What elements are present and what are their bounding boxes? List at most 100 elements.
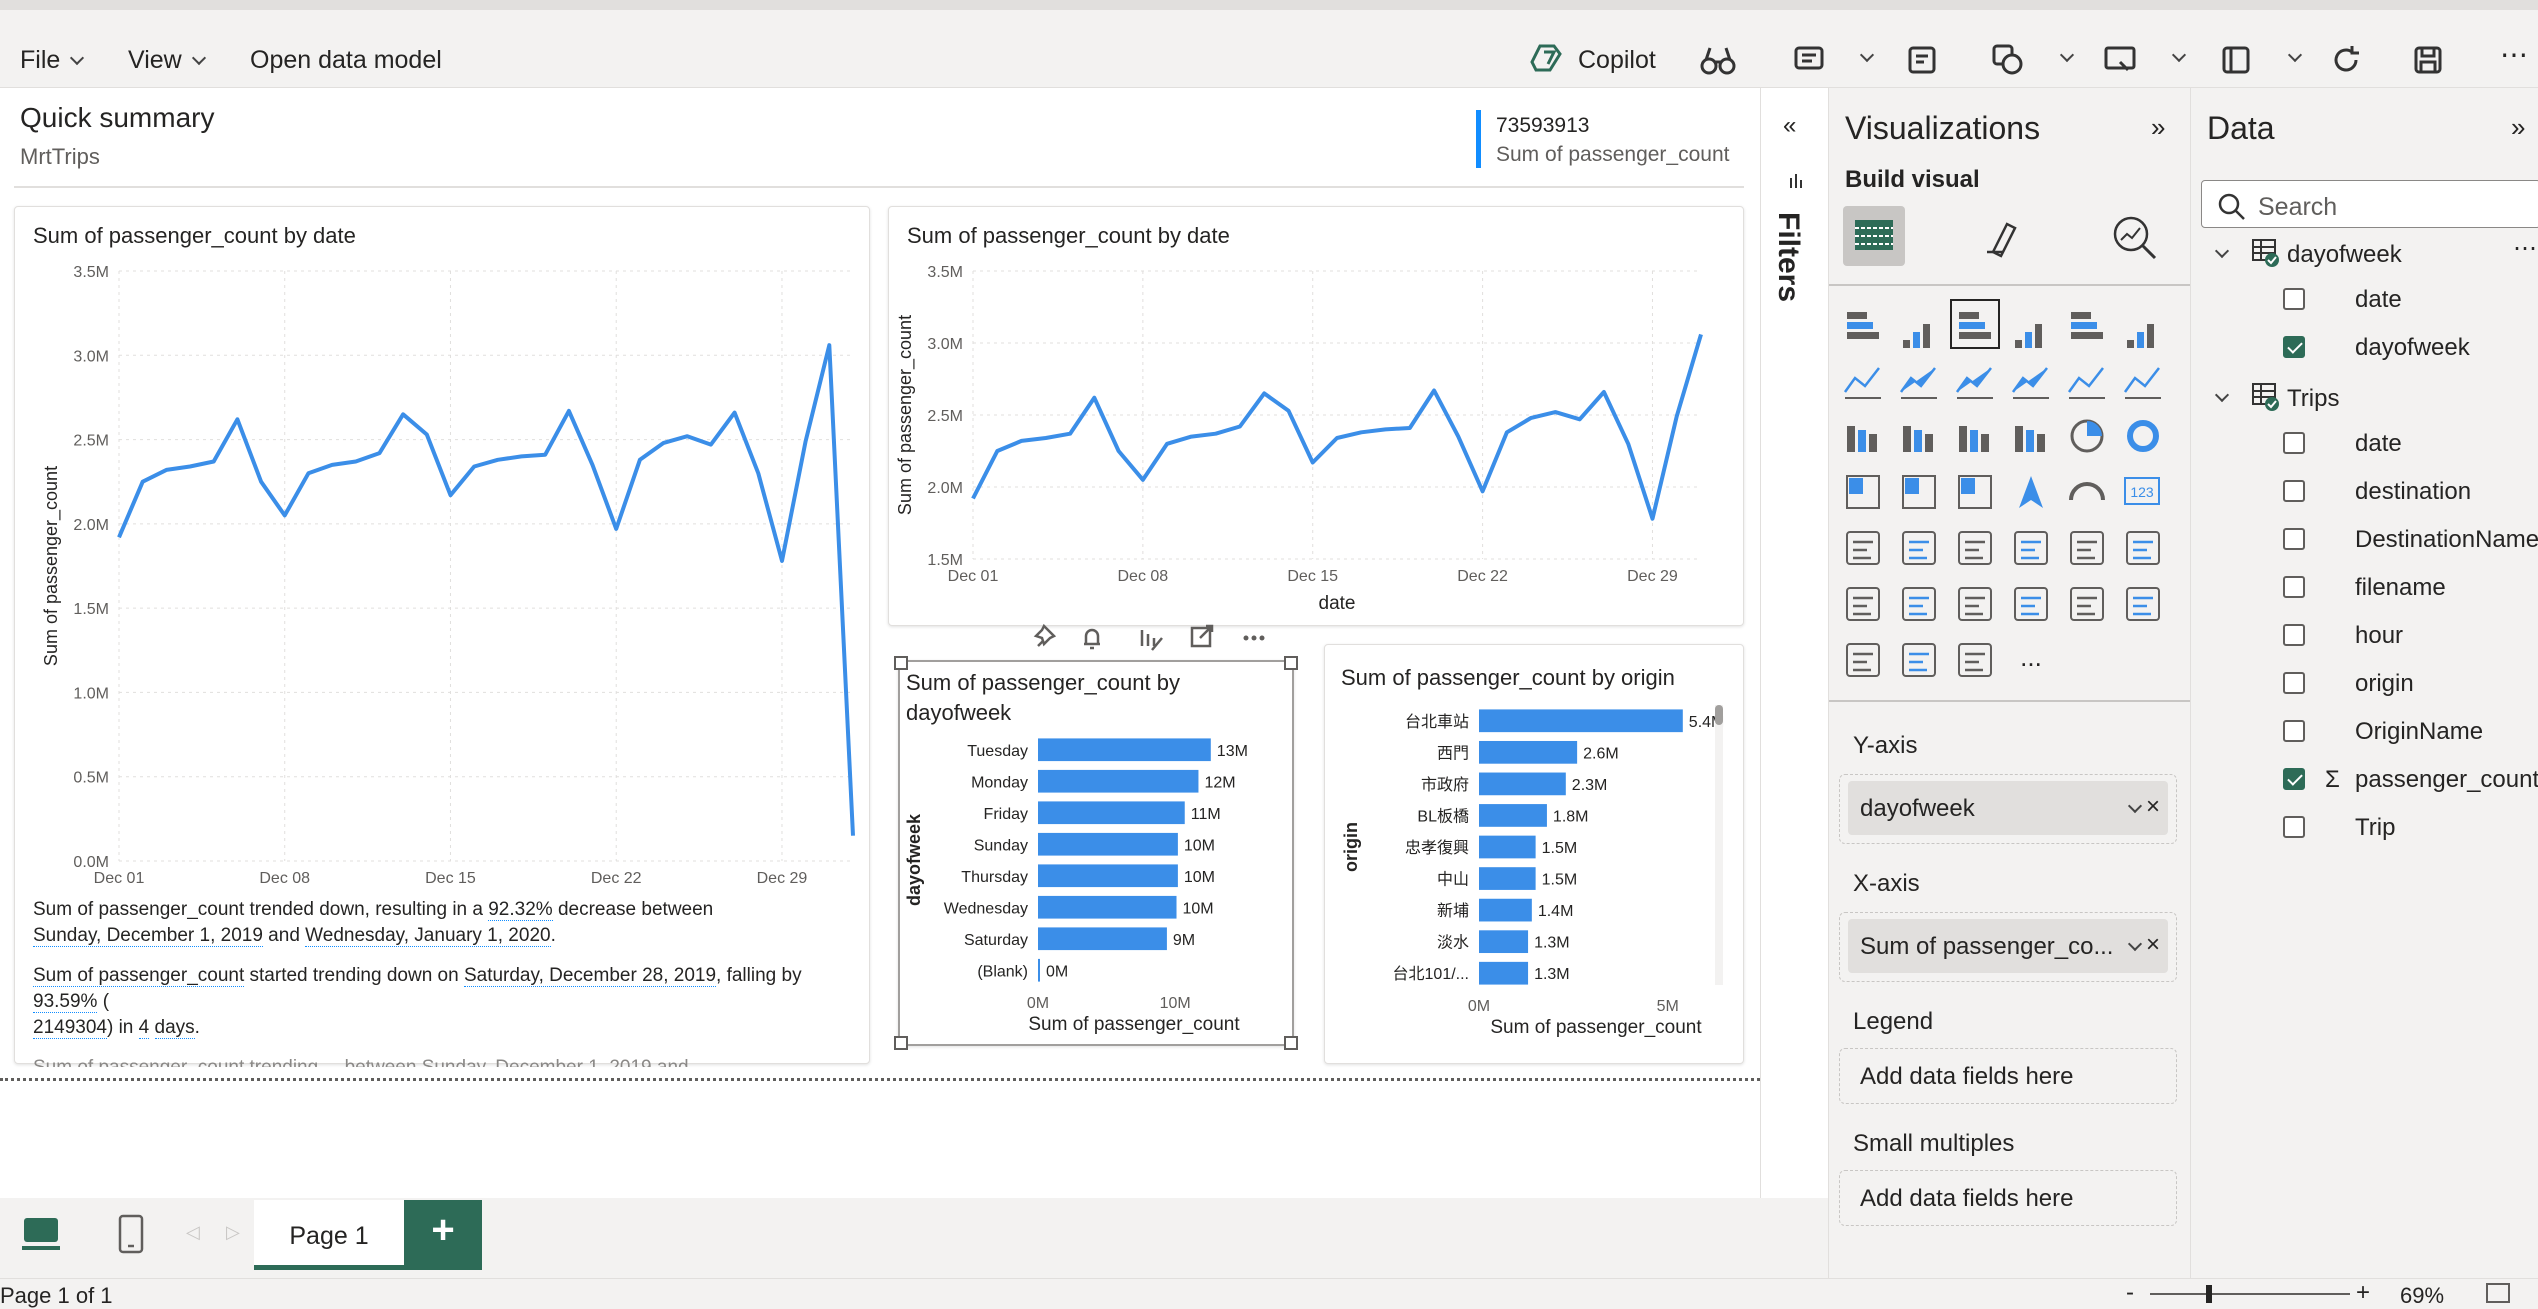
- chevron-down-icon[interactable]: [2152, 42, 2192, 82]
- bar-chart-card-dayofweek[interactable]: Sum of passenger_count by dayofweek Tuesd…: [894, 656, 1298, 1050]
- collapse-pane-icon[interactable]: »: [2151, 112, 2165, 143]
- field-checkbox[interactable]: [2283, 576, 2305, 598]
- table-dayofweek[interactable]: dayofweek: [2213, 238, 2402, 269]
- expand-filters-icon[interactable]: «: [1783, 112, 1796, 140]
- zoom-slider[interactable]: [2150, 1285, 2350, 1303]
- resize-handle[interactable]: [894, 656, 908, 670]
- format-visual-tab[interactable]: [1979, 212, 2029, 262]
- resize-handle[interactable]: [1284, 1036, 1298, 1050]
- field-date[interactable]: date: [2191, 286, 2538, 334]
- file-menu[interactable]: File: [20, 46, 85, 75]
- save-icon[interactable]: [2408, 40, 2448, 80]
- field-trip[interactable]: Trip: [2191, 814, 2538, 862]
- copilot-button[interactable]: Copilot: [1578, 46, 1656, 75]
- field-checkbox[interactable]: [2283, 432, 2305, 454]
- field-checkbox[interactable]: [2283, 336, 2305, 358]
- next-page-icon[interactable]: ▷: [226, 1222, 240, 1243]
- field-checkbox[interactable]: [2283, 288, 2305, 310]
- copilot-icon[interactable]: [1530, 38, 1570, 78]
- resize-handle[interactable]: [1284, 656, 1298, 670]
- table-trips[interactable]: Trips: [2213, 382, 2339, 413]
- x-tick-label: 10M: [1160, 995, 1191, 1012]
- data-label: 10M: [1183, 900, 1214, 917]
- field-origin[interactable]: origin: [2191, 670, 2538, 718]
- present-icon[interactable]: [2100, 40, 2140, 80]
- shapes-icon[interactable]: [1988, 40, 2028, 80]
- mobile-view-icon[interactable]: [112, 1212, 152, 1256]
- more-options-icon[interactable]: ⋯: [2513, 234, 2537, 263]
- glyph: [2127, 420, 2159, 452]
- small-multiples-well[interactable]: Add data fields here: [1839, 1170, 2177, 1226]
- chevron-down-icon[interactable]: [2040, 42, 2080, 82]
- zoom-out-button[interactable]: -: [2126, 1279, 2134, 1307]
- filters-label[interactable]: Filters: [1771, 212, 1805, 302]
- x-axis-well[interactable]: Sum of passenger_co... ×: [1839, 912, 2177, 982]
- r-visual-icon: [2126, 531, 2160, 565]
- narrative-paragraph-3: Sum of passenger_count trending ... betw…: [33, 1055, 853, 1067]
- kpi-value: 73593913: [1496, 114, 1590, 137]
- chevron-down-icon[interactable]: [2214, 243, 2230, 259]
- field-hour[interactable]: hour: [2191, 622, 2538, 670]
- field-checkbox[interactable]: [2283, 480, 2305, 502]
- fit-to-page-icon[interactable]: [2486, 1283, 2510, 1303]
- binoculars-icon[interactable]: [1698, 40, 1738, 80]
- field-checkbox[interactable]: [2283, 624, 2305, 646]
- field-checkbox[interactable]: [2283, 768, 2305, 790]
- page-tab-1[interactable]: Page 1: [254, 1200, 404, 1270]
- kpi-label: Sum of passenger_count: [1496, 143, 1730, 166]
- multi-row-card-icon: [1846, 531, 1880, 565]
- layout-icon[interactable]: [2216, 40, 2256, 80]
- line-chart-card-1[interactable]: Sum of passenger_count by date 0.0M 0.5M 1…: [14, 206, 870, 1067]
- prev-page-icon[interactable]: ◁: [186, 1222, 200, 1243]
- zoom-slider-thumb[interactable]: [2206, 1285, 2212, 1303]
- remove-field-icon[interactable]: ×: [2146, 931, 2160, 959]
- line-chart-card-2[interactable]: Sum of passenger_count by date 1.5M 2.0M 2…: [888, 206, 1744, 626]
- chevron-down-icon[interactable]: [2268, 42, 2308, 82]
- search-input[interactable]: Search: [2201, 180, 2538, 228]
- field-checkbox[interactable]: [2283, 528, 2305, 550]
- chart-title: Sum of passenger_count by dayofweek: [906, 670, 1180, 725]
- open-data-model-button[interactable]: Open data model: [250, 46, 442, 75]
- glyph: [1909, 596, 1929, 616]
- desktop-view-icon[interactable]: [20, 1212, 64, 1256]
- glyph: [1909, 652, 1929, 672]
- comment-icon[interactable]: [1790, 40, 1830, 80]
- field-checkbox[interactable]: [2283, 672, 2305, 694]
- field-filename[interactable]: filename: [2191, 574, 2538, 622]
- chevron-down-icon[interactable]: [1840, 42, 1880, 82]
- add-page-button[interactable]: +: [404, 1200, 482, 1270]
- field-checkbox[interactable]: [2283, 816, 2305, 838]
- resize-handle[interactable]: [894, 1036, 908, 1050]
- pie-icon: [2070, 419, 2104, 453]
- field-destinationname[interactable]: DestinationName: [2191, 526, 2538, 574]
- visual-type-gallery[interactable]: 123...: [1837, 298, 2187, 698]
- analytics-tab[interactable]: [2109, 212, 2159, 262]
- y-axis-well[interactable]: dayofweek ×: [1839, 774, 2177, 844]
- legend-well[interactable]: Add data fields here: [1839, 1048, 2177, 1104]
- build-visual-tab[interactable]: [1843, 206, 1905, 266]
- bar-chart-card-origin[interactable]: Sum of passenger_count by origin 台北車站 5.4…: [1324, 644, 1744, 1064]
- x-axis-field[interactable]: Sum of passenger_co...: [1848, 919, 2168, 973]
- text-box-icon[interactable]: [1902, 40, 1942, 80]
- x-tick-label: Dec 01: [94, 870, 145, 887]
- zoom-level: 69%: [2400, 1283, 2445, 1308]
- glyph: [2137, 332, 2144, 348]
- filters-pane-collapsed[interactable]: « Filters: [1760, 88, 1828, 1198]
- field-date[interactable]: date: [2191, 430, 2538, 478]
- more-options-icon[interactable]: ⋯: [2500, 38, 2528, 71]
- zoom-in-button[interactable]: +: [2356, 1279, 2370, 1307]
- category-label: 新埔: [1437, 902, 1469, 920]
- refresh-icon[interactable]: [2326, 40, 2366, 80]
- scrollbar[interactable]: [1715, 705, 1723, 985]
- field-checkbox[interactable]: [2283, 720, 2305, 742]
- chevron-down-icon[interactable]: [2214, 387, 2230, 403]
- remove-field-icon[interactable]: ×: [2146, 793, 2160, 821]
- view-menu[interactable]: View: [128, 46, 206, 75]
- y-axis-field[interactable]: dayofweek: [1848, 781, 2168, 835]
- field-destination[interactable]: destination: [2191, 478, 2538, 526]
- field-dayofweek[interactable]: dayofweek: [2191, 334, 2538, 382]
- glyph: [2071, 322, 2097, 329]
- field-originname[interactable]: OriginName: [2191, 718, 2538, 766]
- field-passenger_count[interactable]: Σpassenger_count: [2191, 766, 2538, 814]
- collapse-pane-icon[interactable]: »: [2511, 112, 2525, 143]
